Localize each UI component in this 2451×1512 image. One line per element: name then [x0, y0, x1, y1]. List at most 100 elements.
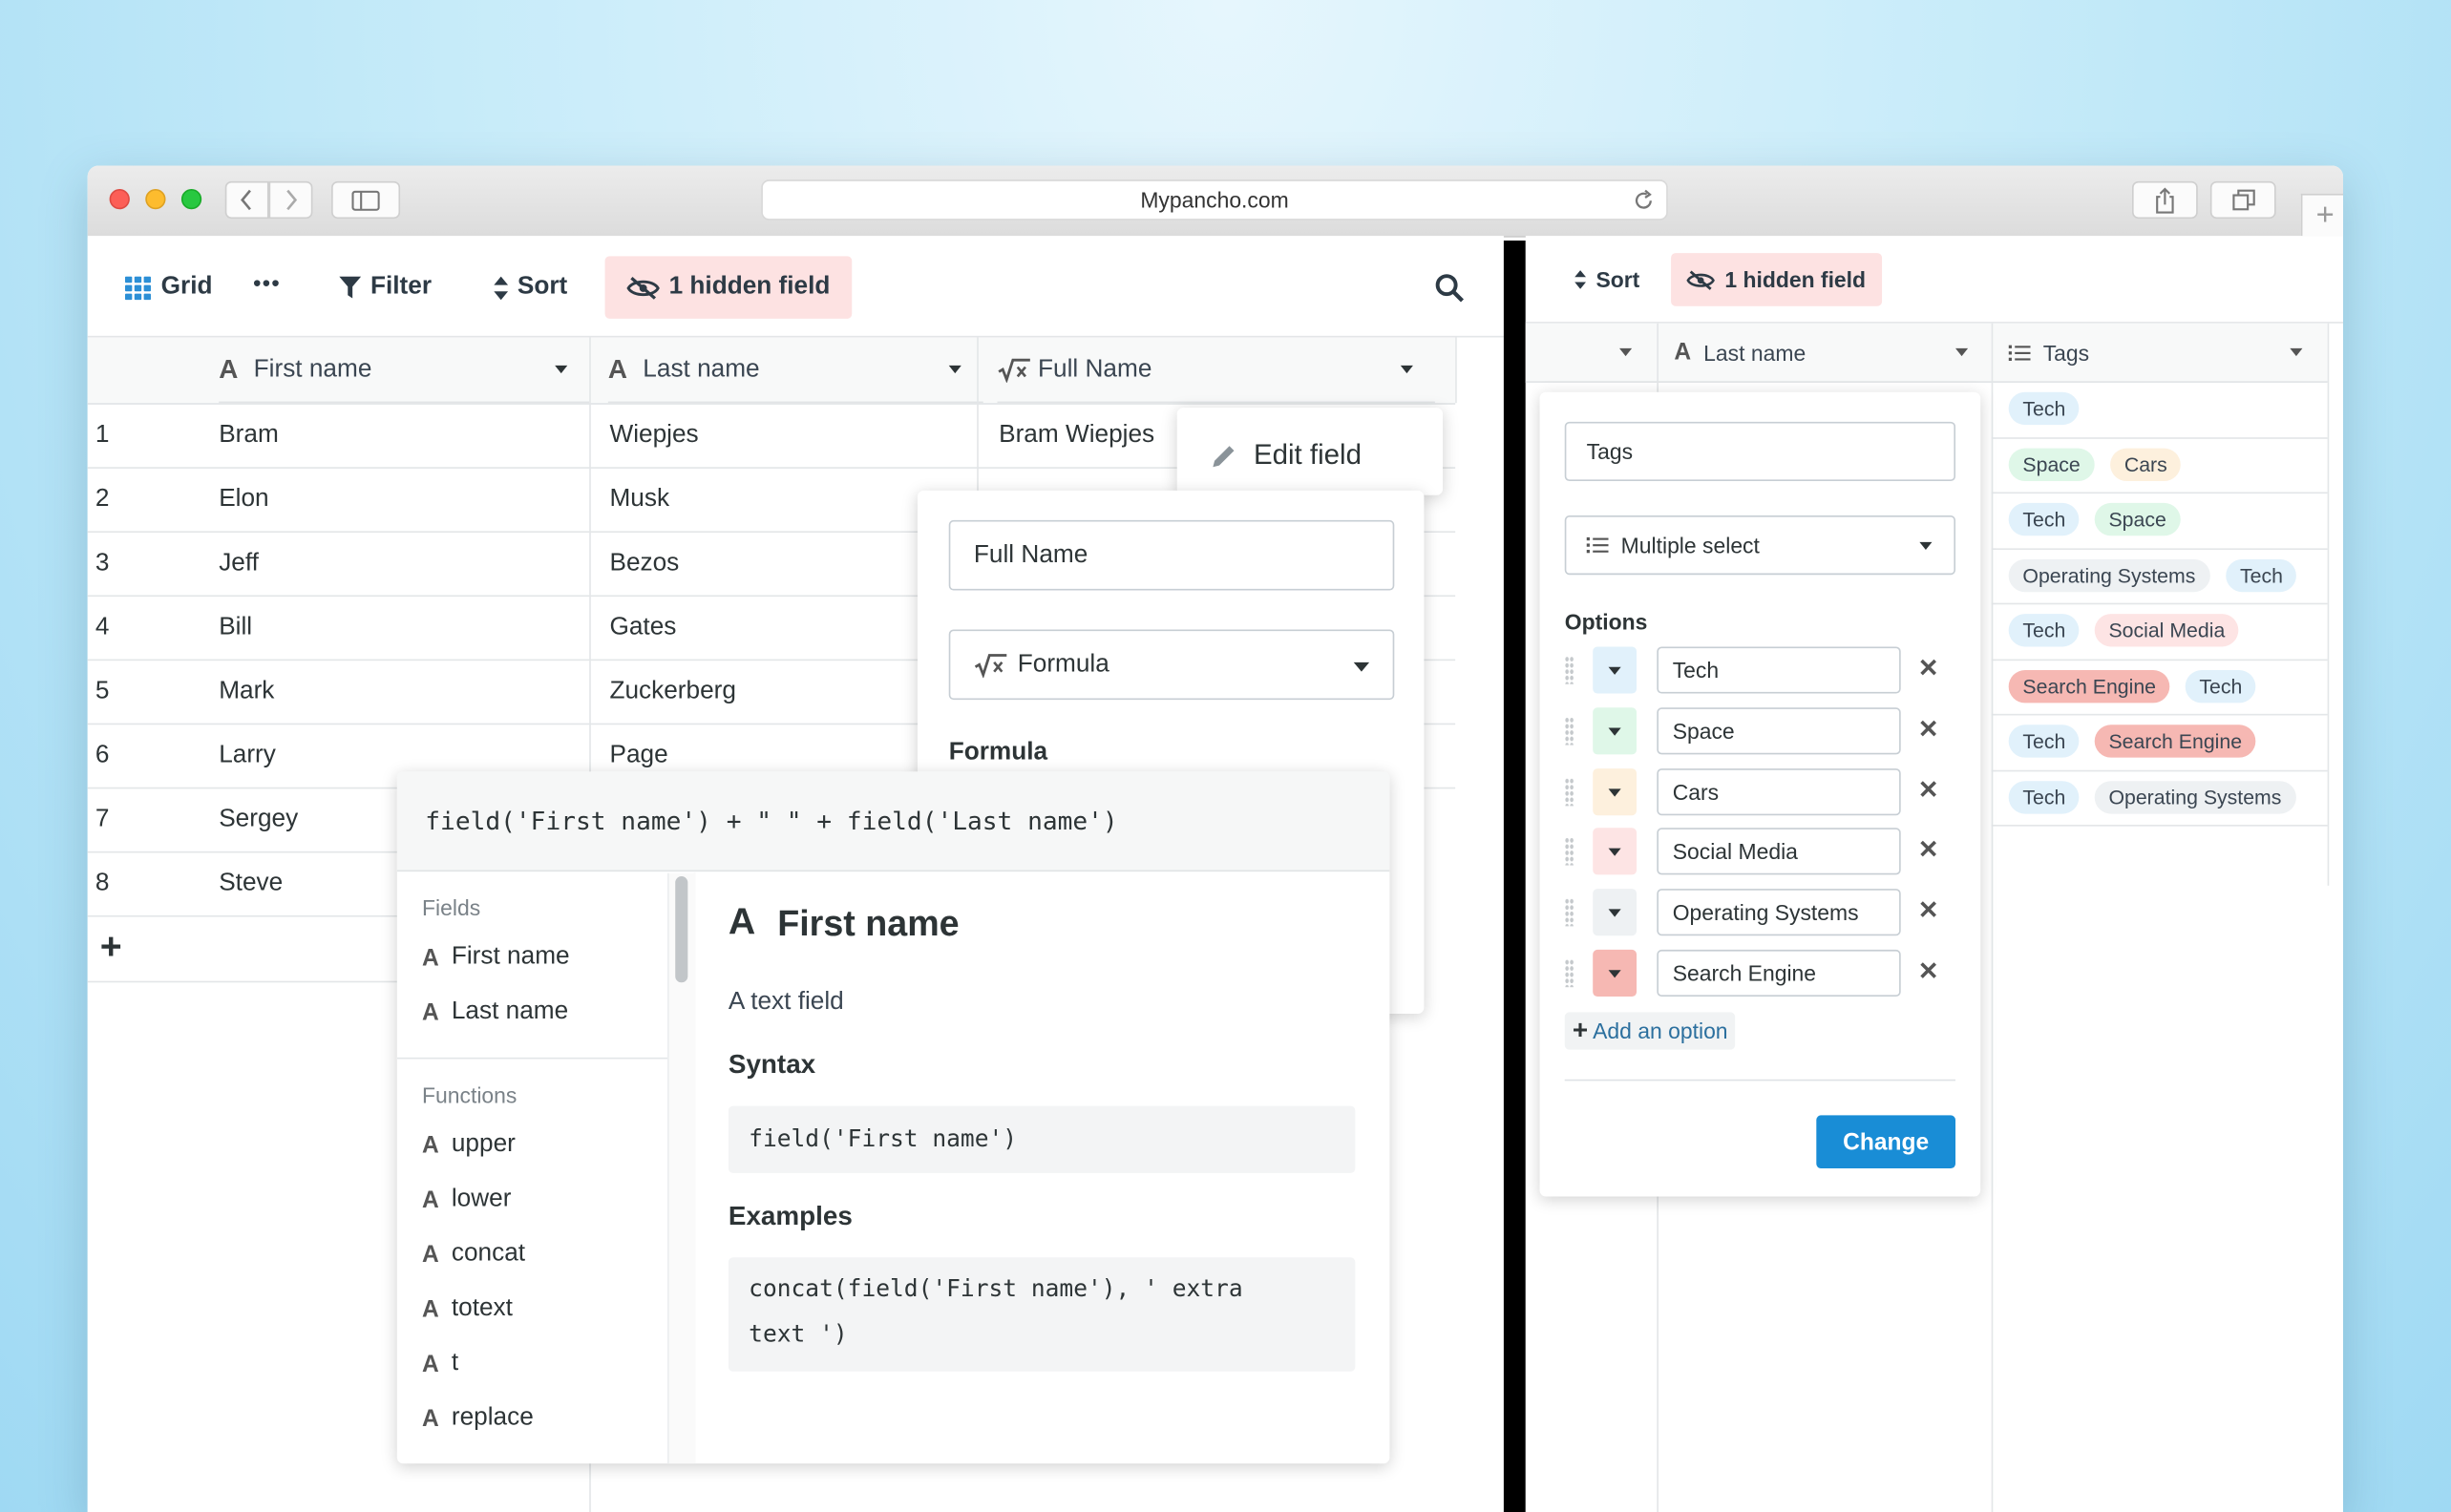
formula-function-label: upper [451, 1130, 516, 1158]
add-row-button[interactable]: + [100, 926, 122, 970]
field-type-value: Formula [1017, 650, 1109, 678]
grid-icon [124, 275, 151, 300]
remove-option-icon[interactable]: ✕ [1918, 653, 1939, 684]
field-type-select[interactable]: Multiple select [1564, 515, 1956, 576]
cell-last-name[interactable]: Wiepjes [609, 422, 698, 450]
edit-field-menu-item[interactable]: Edit field [1210, 439, 1362, 472]
cell-last-name[interactable]: Gates [609, 614, 676, 641]
change-button[interactable]: Change [1816, 1115, 1956, 1169]
formula-input[interactable]: field('First name') + " " + field('Last … [396, 771, 1390, 872]
hidden-fields-button[interactable]: 1 hidden field [604, 256, 853, 319]
zoom-window-button[interactable] [180, 189, 202, 210]
minimize-window-button[interactable] [145, 189, 166, 210]
cell-first-name[interactable]: Bram [219, 422, 279, 450]
cell-last-name[interactable]: Page [609, 742, 667, 769]
sidebar-toggle-button[interactable] [331, 180, 401, 220]
add-option-button[interactable]: + Add an option [1564, 1012, 1736, 1050]
grid-view-button[interactable]: Grid [124, 273, 213, 301]
search-button[interactable] [1435, 273, 1465, 303]
tag-pill: Tech [2008, 502, 2081, 536]
option-value: Tech [1672, 657, 1720, 683]
option-color-picker[interactable] [1593, 707, 1638, 755]
back-button[interactable] [224, 180, 269, 220]
cell-first-name[interactable]: Larry [219, 742, 276, 769]
option-input[interactable]: Social Media [1657, 828, 1901, 875]
column-header-last-name[interactable]: A Last name [607, 337, 983, 404]
remove-option-icon[interactable]: ✕ [1918, 956, 1939, 987]
cell-last-name[interactable]: Musk [609, 486, 669, 514]
drag-handle-icon[interactable] [1564, 897, 1574, 927]
row-divider [87, 914, 401, 917]
drag-handle-icon[interactable] [1564, 958, 1574, 988]
list-scrollbar[interactable] [667, 872, 696, 1464]
tabs-overview-button[interactable] [2209, 180, 2276, 220]
formula-function-item[interactable]: Areplace [422, 1404, 534, 1432]
tag-pill: Tech [2008, 614, 2081, 647]
field-name-input[interactable]: Full Name [948, 519, 1395, 591]
option-color-picker[interactable] [1593, 889, 1638, 936]
cell-first-name[interactable]: Elon [219, 486, 268, 514]
option-input[interactable]: Search Engine [1657, 949, 1901, 998]
sort-button[interactable]: Sort [494, 273, 567, 301]
cell-first-name[interactable]: Mark [219, 678, 274, 705]
column-divider [2327, 323, 2330, 886]
remove-option-icon[interactable]: ✕ [1918, 834, 1939, 866]
option-input[interactable]: Cars [1657, 768, 1901, 816]
sort-icon [494, 275, 509, 300]
option-color-picker[interactable] [1593, 646, 1638, 694]
cell-first-name[interactable]: Bill [219, 614, 252, 641]
sort-button[interactable]: Sort [1574, 267, 1639, 292]
drag-handle-icon[interactable] [1564, 777, 1574, 807]
grid-label: Grid [160, 273, 213, 301]
remove-option-icon[interactable]: ✕ [1918, 714, 1939, 746]
option-color-picker[interactable] [1593, 828, 1638, 875]
field-name-input[interactable]: Tags [1564, 421, 1956, 482]
option-color-picker[interactable] [1593, 949, 1638, 998]
option-input[interactable]: Tech [1657, 646, 1901, 694]
cell-last-name[interactable]: Zuckerberg [609, 678, 735, 705]
column-header-tags[interactable]: Tags [2008, 324, 2328, 382]
share-button[interactable] [2132, 180, 2198, 220]
drag-handle-icon[interactable] [1564, 656, 1574, 684]
formula-function-item[interactable]: Atotext [422, 1295, 513, 1323]
drag-handle-icon[interactable] [1564, 837, 1574, 866]
tags-field-form: Tags Multiple select Options Tech ✕ Spac… [1539, 391, 1981, 1197]
address-bar[interactable]: Mypancho.com [761, 179, 1668, 220]
cell-first-name[interactable]: Jeff [219, 550, 259, 578]
row-divider [87, 980, 401, 983]
row-number: 1 [95, 421, 110, 449]
formula-field-item[interactable]: A First name [422, 943, 570, 971]
reload-icon[interactable] [1632, 189, 1656, 213]
more-options-button[interactable]: ••• [253, 270, 281, 295]
option-input[interactable]: Operating Systems [1657, 889, 1901, 936]
formula-function-item[interactable]: Aconcat [422, 1240, 525, 1268]
chevron-down-icon[interactable] [1400, 365, 1413, 374]
formula-function-item[interactable]: Alower [422, 1186, 511, 1213]
chevron-down-icon [1919, 541, 1933, 551]
filter-button[interactable]: Filter [339, 273, 432, 301]
cell-last-name[interactable]: Bezos [609, 550, 679, 578]
forward-button[interactable] [268, 180, 313, 220]
close-window-button[interactable] [109, 189, 130, 210]
hidden-fields-button[interactable]: 1 hidden field [1671, 253, 1883, 306]
option-color-picker[interactable] [1593, 768, 1638, 816]
cell-first-name[interactable]: Sergey [219, 806, 298, 833]
remove-option-icon[interactable]: ✕ [1918, 895, 1939, 927]
formula-field-item[interactable]: A Last name [422, 998, 568, 1026]
column-header-last-name[interactable]: A Last name [1674, 324, 1986, 382]
column-header-full-name[interactable]: Full Name [997, 337, 1435, 404]
chevron-down-icon[interactable] [948, 365, 961, 374]
drag-handle-icon[interactable] [1564, 717, 1574, 746]
cell-first-name[interactable]: Steve [219, 870, 283, 897]
cell-full-name[interactable]: Bram Wiepjes [999, 422, 1154, 450]
new-tab-button[interactable]: + [2300, 193, 2344, 238]
field-type-select[interactable]: Formula [948, 629, 1395, 701]
column-header-first-name[interactable]: A First name [219, 337, 590, 404]
remove-option-icon[interactable]: ✕ [1918, 775, 1939, 807]
chevron-down-icon[interactable] [555, 365, 568, 374]
formula-function-item[interactable]: At [422, 1350, 458, 1377]
scrollbar-thumb[interactable] [675, 876, 688, 983]
chevron-down-icon[interactable] [1619, 347, 1633, 357]
option-input[interactable]: Space [1657, 707, 1901, 755]
formula-function-item[interactable]: Aupper [422, 1131, 516, 1159]
